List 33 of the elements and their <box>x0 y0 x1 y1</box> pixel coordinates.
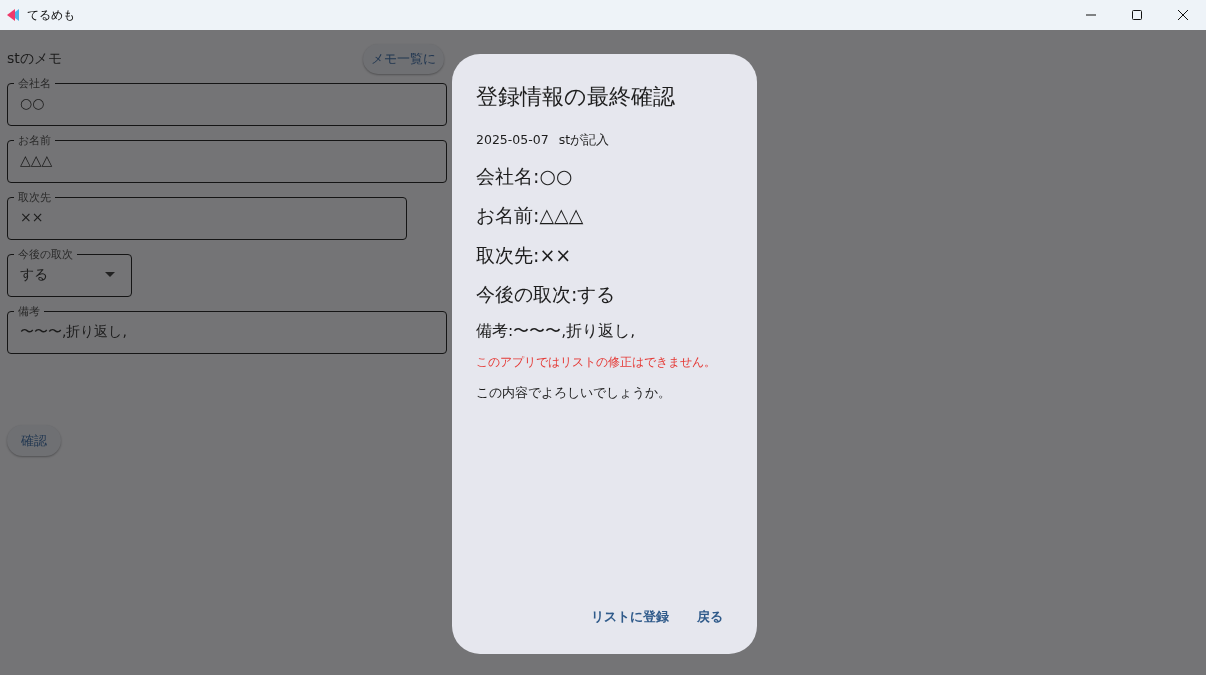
caret-icon <box>105 271 115 277</box>
dialog-title: 登録情報の最終確認 <box>476 83 676 111</box>
text-field[interactable]: △△△ <box>20 149 434 171</box>
text-field[interactable]: ×× <box>20 206 394 228</box>
summary-line: 取次先:×× <box>476 242 573 268</box>
field-label: お名前 <box>17 134 52 146</box>
text-field[interactable]: 〜〜〜,折り返し, <box>20 320 434 342</box>
outlined-text-field[interactable]: 取次先 ×× <box>7 191 407 240</box>
maximize-icon <box>1132 10 1142 20</box>
app-logo-icon <box>6 8 20 22</box>
dropdown[interactable]: 今後の取次 する <box>7 248 132 297</box>
outlined-text-field[interactable]: お名前 △△△ <box>7 134 447 183</box>
confirm-question: この内容でよろしいでしょうか。 <box>476 384 672 402</box>
entry-author: stが記入 <box>558 131 610 149</box>
summary-line: 会社名:○○ <box>476 163 574 189</box>
summary-line: お名前:△△△ <box>476 203 585 229</box>
summary-line: 今後の取次:する <box>476 282 617 308</box>
outlined-text-field[interactable]: 会社名 ○○ <box>7 77 447 126</box>
page-heading: stのメモ <box>7 49 62 69</box>
back-button[interactable]: 戻る <box>687 600 733 632</box>
confirm-button[interactable]: 確認 <box>7 424 61 456</box>
warning-text: このアプリではリストの修正はできません。 <box>476 354 717 371</box>
close-icon <box>1178 10 1188 20</box>
window-title: てるめも <box>27 7 75 24</box>
field-label: 取次先 <box>17 191 52 203</box>
outlined-text-field[interactable]: 備考 〜〜〜,折り返し, <box>7 305 447 354</box>
field-label: 会社名 <box>17 77 52 89</box>
entry-date: 2025-05-07 <box>476 131 549 149</box>
field-label: 備考 <box>17 305 41 317</box>
summary-line: 備考:〜〜〜,折り返し, <box>476 320 637 342</box>
field-label: 今後の取次 <box>17 248 74 260</box>
text-field[interactable]: ○○ <box>20 92 434 114</box>
register-button[interactable]: リストに登録 <box>581 600 679 632</box>
